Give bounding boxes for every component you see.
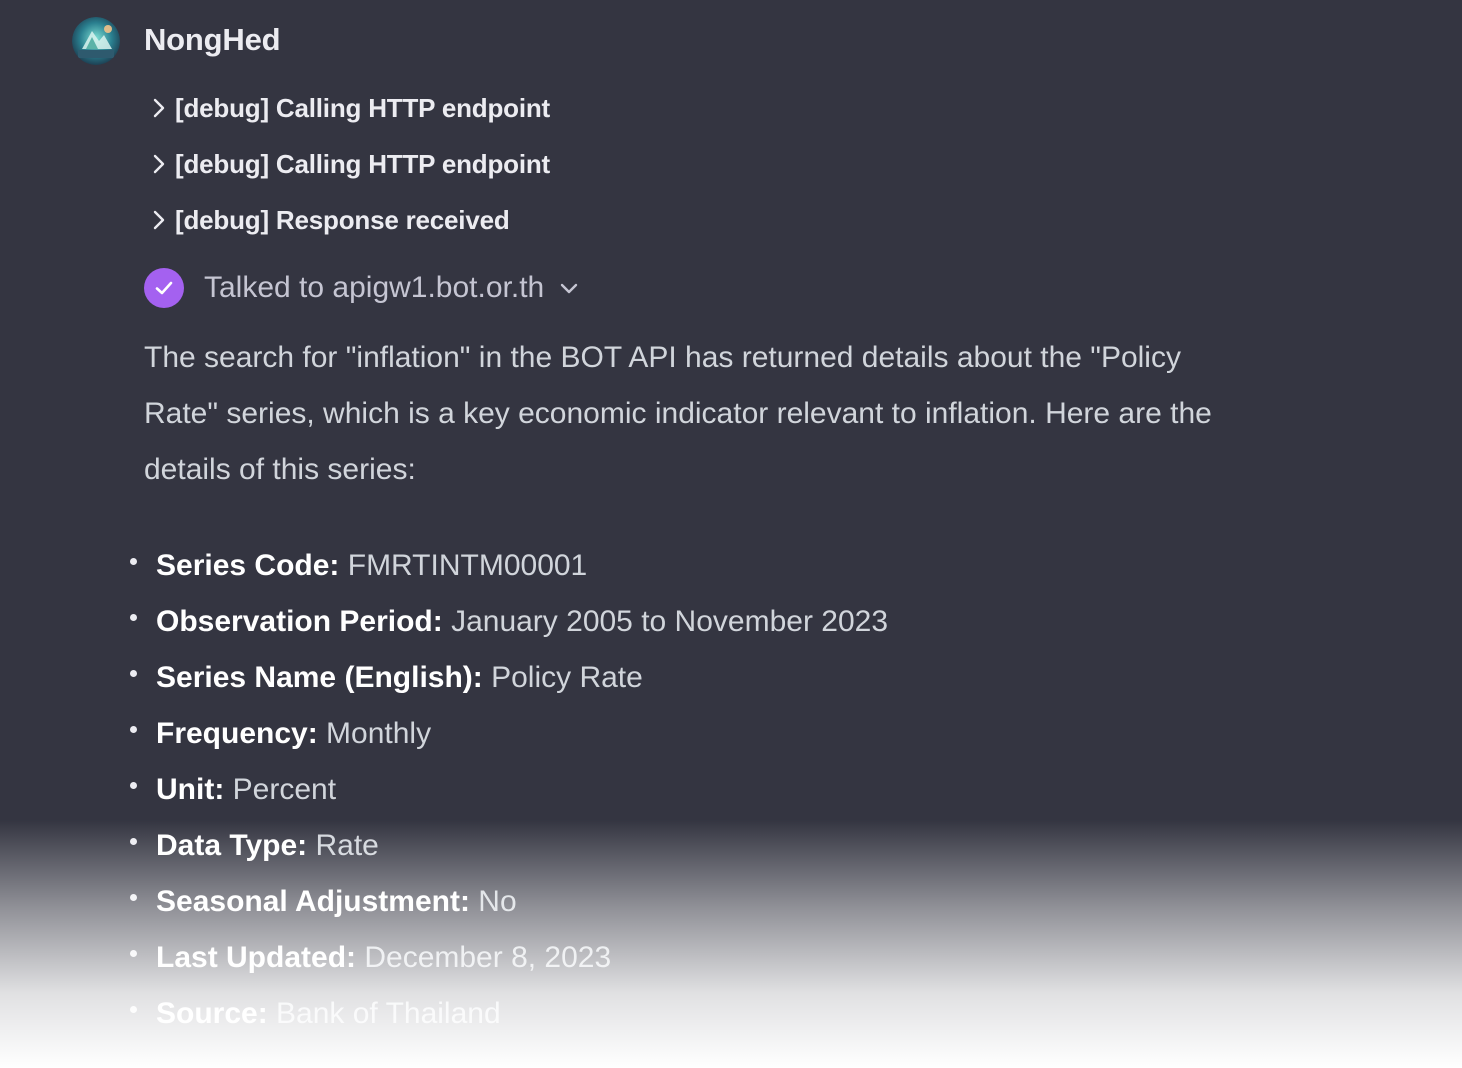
plugin-status-toggle[interactable]: Talked to apigw1.bot.or.th [144,268,580,308]
debug-entry-label: [debug] Calling HTTP endpoint [175,148,551,179]
detail-value: January 2005 to November 2023 [442,605,889,638]
chevron-right-icon [150,96,168,120]
detail-key: Series Name (English): [156,661,483,694]
detail-key: Data Type: [156,829,308,862]
bullet [130,614,137,621]
list-item: Source: Bank of Thailand [130,986,888,1042]
detail-value: Rate [307,829,379,862]
list-item: Observation Period: January 2005 to Nove… [130,594,888,650]
assistant-message: NongHed [debug] Calling HTTP endpoint [d… [0,0,1462,1068]
author-name: NongHed [144,22,281,57]
detail-value: Monthly [317,717,432,750]
check-circle-icon [144,268,184,308]
detail-key: Source: [156,997,268,1030]
detail-key: Unit: [156,773,225,806]
bullet [130,782,137,789]
plugin-status-text: Talked to apigw1.bot.or.th [204,271,545,304]
detail-value: Bank of Thailand [267,997,501,1030]
detail-value: No [469,885,517,918]
debug-entry[interactable]: [debug] Calling HTTP endpoint [150,80,550,136]
debug-entries: [debug] Calling HTTP endpoint [debug] Ca… [150,80,550,248]
chevron-right-icon [150,208,168,232]
bullet [130,894,137,901]
bullet [130,670,137,677]
list-item: Seasonal Adjustment: No [130,874,888,930]
debug-entry-label: [debug] Calling HTTP endpoint [175,92,551,123]
bullet [130,838,137,845]
chevron-down-icon[interactable] [558,277,580,299]
list-item: Frequency: Monthly [130,706,888,762]
detail-key: Frequency: [156,717,318,750]
message-intro: The search for "inflation" in the BOT AP… [144,341,1212,486]
debug-entry[interactable]: [debug] Calling HTTP endpoint [150,136,550,192]
bot-avatar-icon [72,17,120,65]
detail-key: Series Code: [156,549,340,582]
list-item: Data Type: Rate [130,818,888,874]
list-item: Last Updated: December 8, 2023 [130,930,888,986]
detail-key: Observation Period: [156,605,443,638]
chevron-right-icon [150,152,168,176]
list-item: Series Code: FMRTINTM00001 [130,538,888,594]
series-details-list: Series Code: FMRTINTM00001 Observation P… [130,538,888,1042]
bullet [130,950,137,957]
detail-key: Last Updated: [156,941,357,974]
detail-value: FMRTINTM00001 [339,549,588,582]
bullet [130,726,137,733]
detail-value: Percent [224,773,337,806]
debug-entry-label: [debug] Response received [175,204,510,235]
bullet [130,558,137,565]
list-item: Unit: Percent [130,762,888,818]
list-item: Series Name (English): Policy Rate [130,650,888,706]
detail-value: Policy Rate [482,661,643,694]
bullet [130,1006,137,1013]
detail-value: December 8, 2023 [356,941,612,974]
debug-entry[interactable]: [debug] Response received [150,192,550,248]
detail-key: Seasonal Adjustment: [156,885,470,918]
